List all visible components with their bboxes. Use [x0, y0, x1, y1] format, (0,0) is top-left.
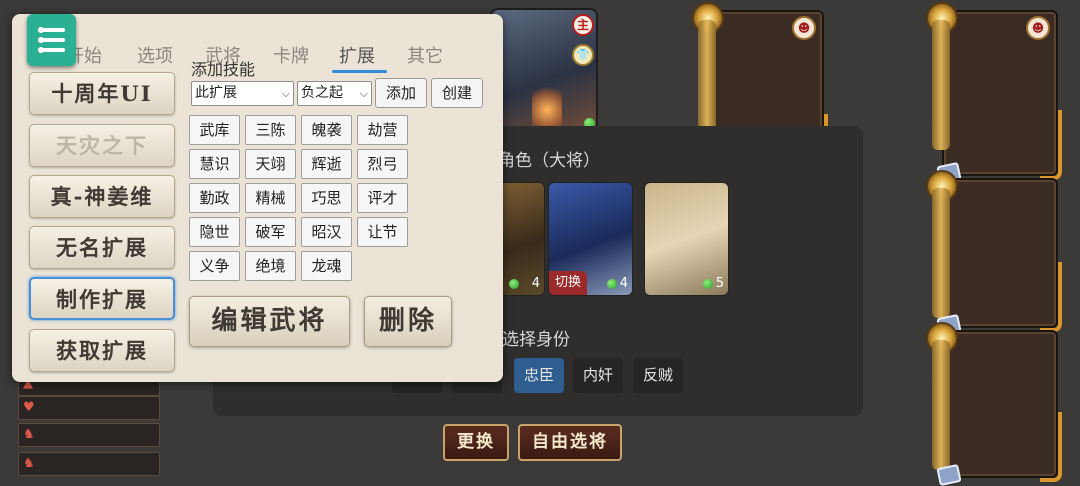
select-identity-title: 选择身份: [502, 330, 570, 350]
seat-frame-corner: [1040, 262, 1062, 332]
tab-extensions[interactable]: 扩展: [339, 42, 375, 68]
mask-icon: ☻: [792, 16, 816, 40]
skill-button[interactable]: 绝境: [245, 251, 296, 281]
menu-list-icon: [38, 47, 65, 53]
shirt-icon: 👕: [572, 44, 594, 66]
identity-traitor[interactable]: 内奸: [573, 358, 624, 393]
skill-button[interactable]: 破军: [245, 217, 296, 247]
lord-seal-icon: 主: [572, 14, 594, 36]
skill-button[interactable]: 慧识: [189, 149, 240, 179]
skill-button[interactable]: 勤政: [189, 183, 240, 213]
get-extension-button[interactable]: 获取扩展: [29, 329, 175, 372]
skill-button[interactable]: 辉逝: [301, 149, 352, 179]
skill-button[interactable]: 精械: [245, 183, 296, 213]
skill-button[interactable]: 烈弓: [357, 149, 408, 179]
candidate-hp: 5: [715, 276, 724, 291]
skill-button[interactable]: 隐世: [189, 217, 240, 247]
seat-frame-corner: [1040, 110, 1062, 180]
hp-dot: [607, 279, 617, 289]
edit-general-button[interactable]: 编辑武将: [189, 296, 350, 347]
chevron-down-icon: ⌵: [281, 87, 290, 100]
extension-tianzai[interactable]: 天灾之下: [29, 124, 175, 167]
candidate-card[interactable]: 切换 4: [548, 182, 633, 296]
add-skill-label: 添加技能: [191, 60, 256, 79]
extension-unnamed[interactable]: 无名扩展: [29, 226, 175, 269]
player-seat[interactable]: [926, 322, 1062, 486]
skill-button[interactable]: 劫营: [357, 115, 408, 145]
add-button[interactable]: 添加: [375, 78, 427, 108]
player-seat[interactable]: [926, 170, 1062, 337]
seat-frame-corner: [1040, 412, 1062, 482]
skill-button[interactable]: 让节: [357, 217, 408, 247]
mask-icon: ☻: [1026, 16, 1050, 40]
heart-icon: ♥: [23, 400, 35, 415]
skill-button[interactable]: 义争: [189, 251, 240, 281]
menu-list-icon: [38, 37, 65, 43]
extension-shen-jiangwei[interactable]: 真-神姜维: [29, 175, 175, 218]
extension-select-value: 此扩展: [195, 85, 237, 101]
hand-card-icon: [936, 463, 962, 486]
chevron-down-icon: ⌵: [359, 87, 368, 100]
skill-button[interactable]: 昭汉: [301, 217, 352, 247]
menu-list-icon: [38, 27, 65, 33]
hp-dot: [509, 279, 519, 289]
identity-loyalist[interactable]: 忠臣: [514, 358, 565, 393]
identity-rebel[interactable]: 反贼: [633, 358, 684, 393]
history-entry: ♥: [18, 396, 160, 420]
settings-menu: 开始 选项 武将 卡牌 扩展 其它 十周年UI 天灾之下 真-神姜维 无名扩展 …: [12, 14, 503, 382]
active-tab-indicator: [332, 70, 387, 73]
menu-toggle-button[interactable]: [27, 14, 76, 66]
horse-icon: ♞: [23, 427, 35, 442]
extension-ten-anniversary-ui[interactable]: 十周年UI: [29, 72, 175, 115]
seat-frame: [932, 20, 950, 150]
make-extension-button[interactable]: 制作扩展: [29, 277, 175, 320]
delete-button[interactable]: 删除: [364, 296, 452, 347]
skill-button[interactable]: 三陈: [245, 115, 296, 145]
seat-frame: [932, 340, 950, 470]
skill-select-value: 负之起: [301, 85, 343, 101]
skill-button[interactable]: 魄袭: [301, 115, 352, 145]
candidate-card[interactable]: 5: [644, 182, 729, 296]
tab-options[interactable]: 选项: [137, 42, 173, 68]
skill-button[interactable]: 天翊: [245, 149, 296, 179]
player-seat[interactable]: ☻: [926, 2, 1062, 185]
seat-frame: [932, 188, 950, 318]
candidate-hp: 4: [531, 276, 540, 291]
create-button[interactable]: 创建: [431, 78, 483, 108]
history-entry: ♞: [18, 423, 160, 447]
skill-select[interactable]: 负之起 ⌵: [297, 81, 372, 106]
hp-dot: [703, 279, 713, 289]
switch-badge[interactable]: 切换: [549, 271, 588, 295]
tab-other[interactable]: 其它: [407, 42, 443, 68]
skill-button[interactable]: 武库: [189, 115, 240, 145]
skill-button[interactable]: 巧思: [301, 183, 352, 213]
candidate-hp: 4: [619, 276, 628, 291]
change-button[interactable]: 更换: [443, 424, 509, 461]
history-entry: ♞: [18, 452, 160, 476]
horse-icon: ♞: [23, 456, 35, 471]
skill-button[interactable]: 评才: [357, 183, 408, 213]
free-pick-button[interactable]: 自由选将: [518, 424, 622, 461]
extension-select[interactable]: 此扩展 ⌵: [191, 81, 294, 106]
tab-cards[interactable]: 卡牌: [273, 42, 309, 68]
skill-button[interactable]: 龙魂: [301, 251, 352, 281]
